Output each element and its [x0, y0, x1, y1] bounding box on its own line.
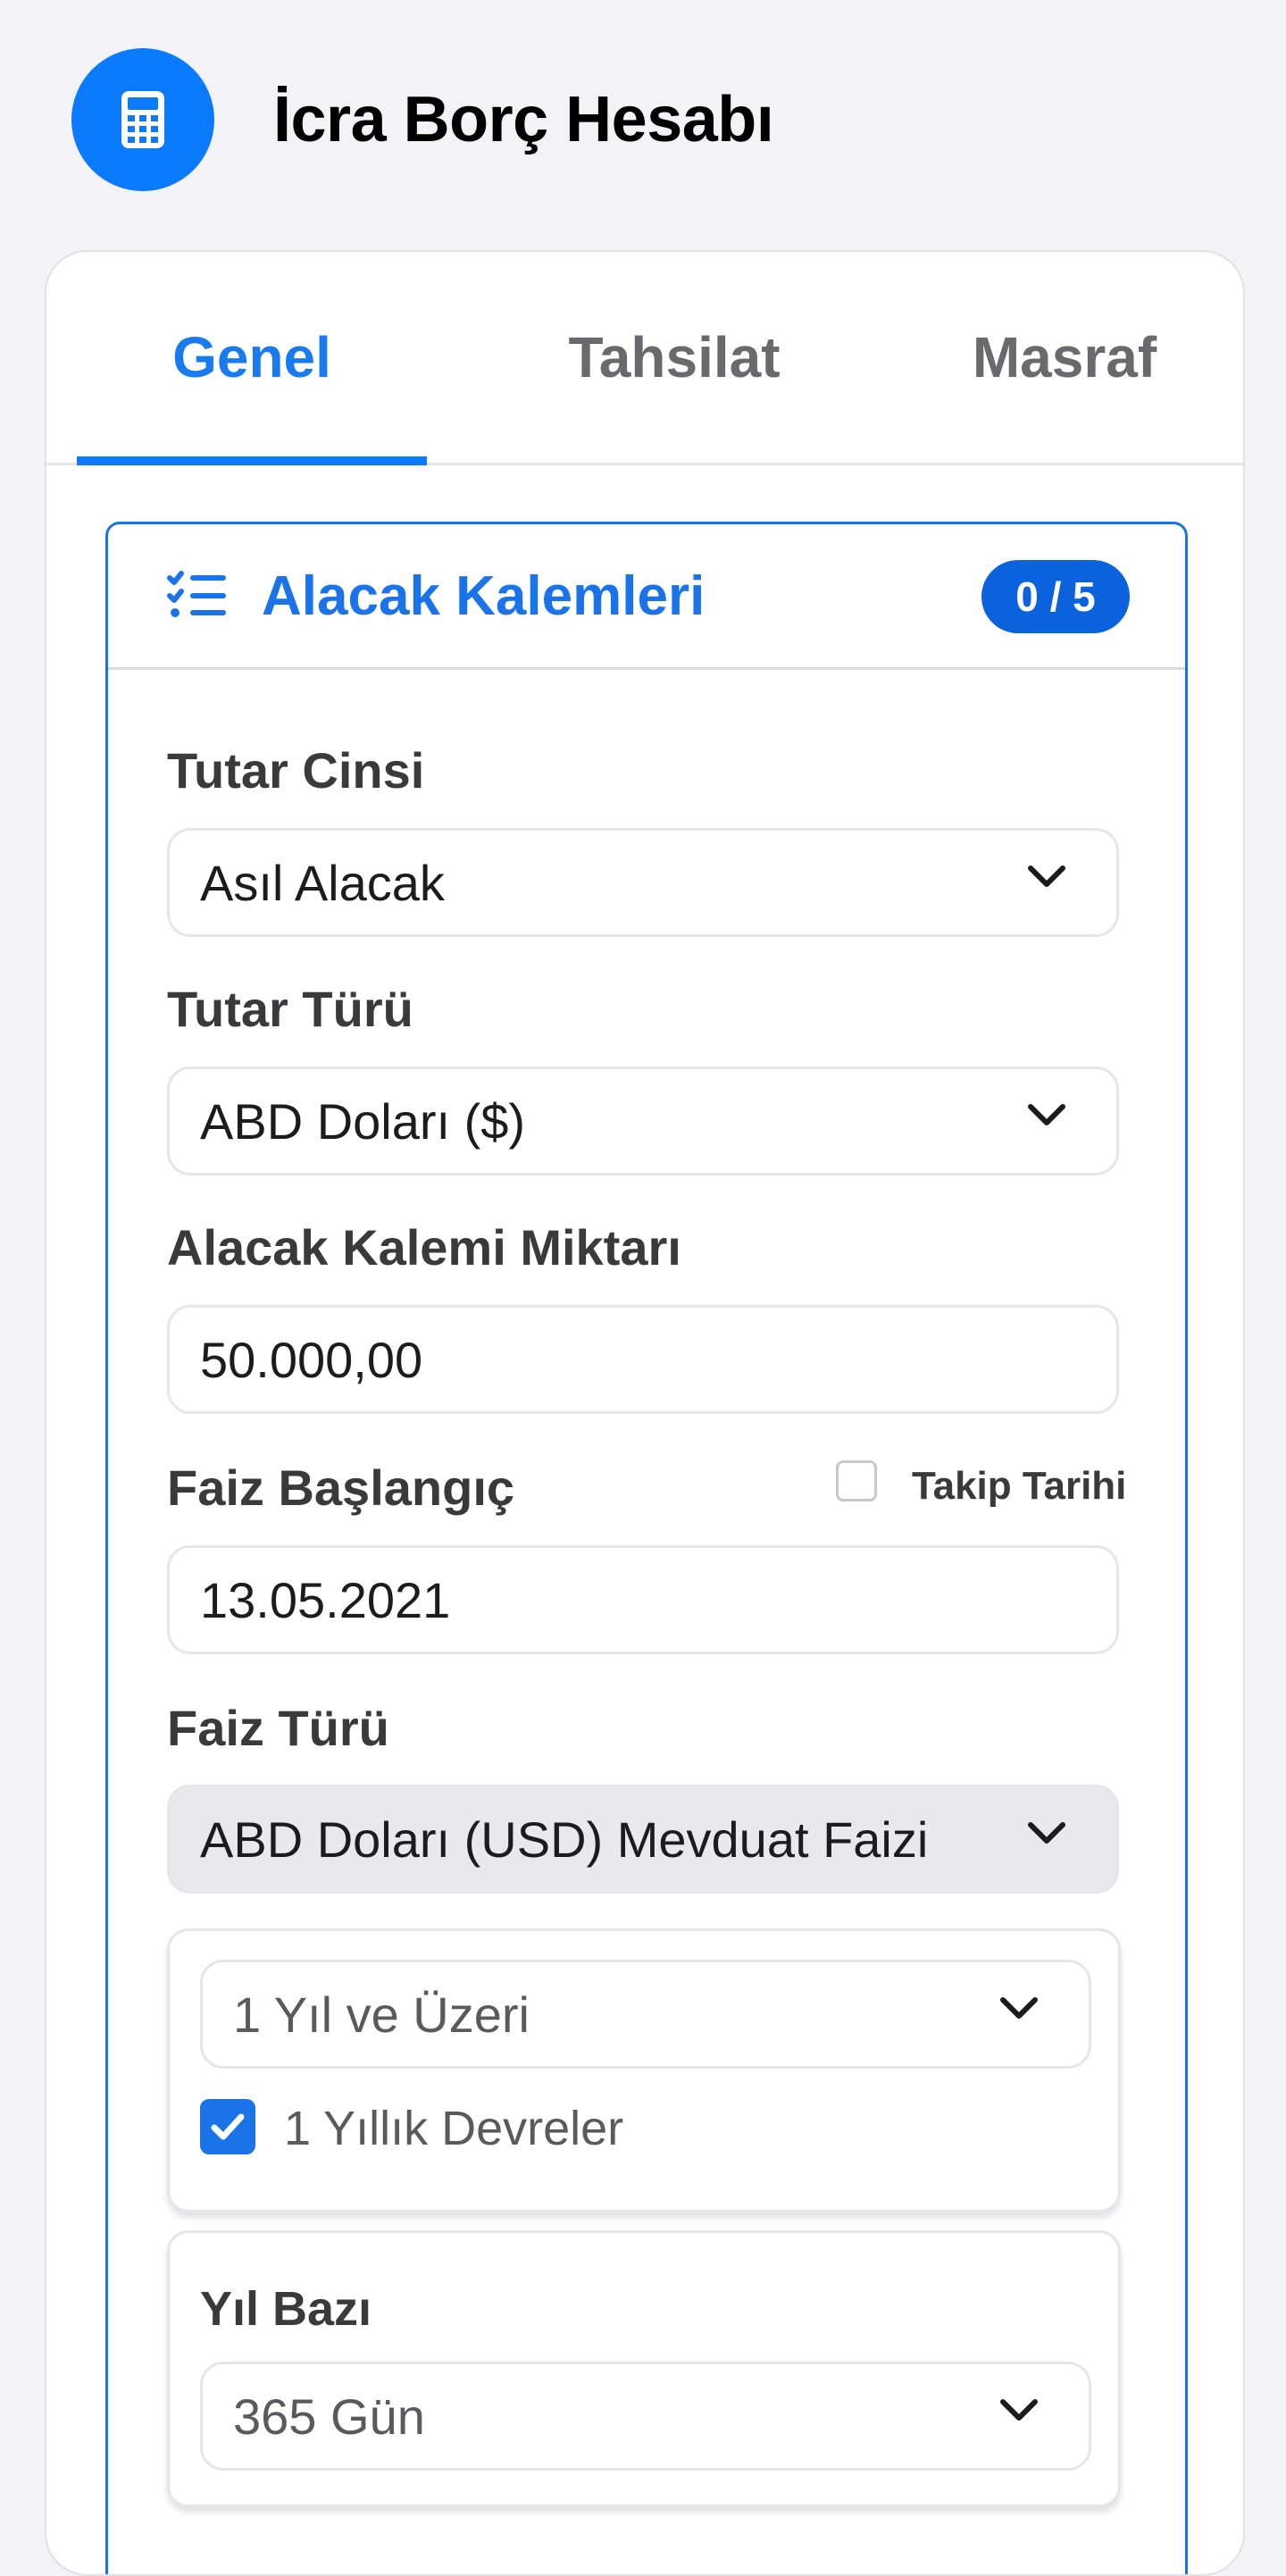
- main-card: Genel Tahsilat Masraf Alacak Kalemleri 0…: [45, 250, 1245, 2576]
- tab-masraf[interactable]: Masraf: [886, 252, 1243, 463]
- section-header[interactable]: Alacak Kalemleri 0 / 5: [108, 524, 1185, 670]
- yil-bazi-panel: Yıl Bazı 365 Gün: [167, 2230, 1121, 2507]
- miktar-value: 50.000,00: [200, 1331, 423, 1388]
- takip-tarihi-checkbox[interactable]: [836, 1460, 877, 1501]
- yil-bazi-value: 365 Gün: [233, 2388, 425, 2445]
- tab-genel[interactable]: Genel: [77, 252, 427, 463]
- faiz-baslangic-value: 13.05.2021: [200, 1571, 451, 1628]
- section-title: Alacak Kalemleri: [262, 565, 706, 627]
- vade-value: 1 Yıl ve Üzeri: [233, 1986, 530, 2043]
- yil-bazi-label: Yıl Bazı: [200, 2282, 372, 2336]
- takip-tarihi-label[interactable]: Takip Tarihi: [912, 1464, 1126, 1509]
- tutar-cinsi-select[interactable]: Asıl Alacak: [167, 828, 1119, 937]
- faiz-baslangic-label: Faiz Başlangıç: [167, 1459, 515, 1516]
- chevron-down-icon: [1000, 2399, 1038, 2421]
- yillik-devreler-checkbox[interactable]: [200, 2099, 255, 2154]
- page-title: İcra Borç Hesabı: [273, 84, 774, 155]
- faiz-turu-value: ABD Doları (USD) Mevduat Faizi: [200, 1811, 929, 1868]
- vade-panel: 1 Yıl ve Üzeri 1 Yıllık Devreler: [167, 1928, 1121, 2212]
- tutar-cinsi-label: Tutar Cinsi: [167, 742, 425, 799]
- checkmark-icon: [211, 2113, 245, 2140]
- faiz-turu-label: Faiz Türü: [167, 1700, 389, 1756]
- chevron-down-icon: [1028, 866, 1065, 887]
- tab-bar: Genel Tahsilat Masraf: [46, 252, 1243, 465]
- tutar-cinsi-value: Asıl Alacak: [200, 854, 445, 911]
- miktar-input[interactable]: 50.000,00: [167, 1305, 1119, 1414]
- faiz-baslangic-input[interactable]: 13.05.2021: [167, 1545, 1119, 1654]
- yillik-devreler-label[interactable]: 1 Yıllık Devreler: [284, 2101, 623, 2156]
- count-badge: 0 / 5: [981, 560, 1130, 633]
- alacak-kalemleri-section: Alacak Kalemleri 0 / 5 Tutar Cinsi Asıl …: [105, 522, 1188, 2574]
- chevron-down-icon: [1028, 1104, 1065, 1125]
- tutar-turu-select[interactable]: ABD Doları ($): [167, 1066, 1119, 1175]
- app-header: İcra Borç Hesabı: [71, 48, 774, 191]
- chevron-down-icon: [1000, 1997, 1038, 2019]
- tutar-turu-value: ABD Doları ($): [200, 1092, 526, 1150]
- faiz-turu-select[interactable]: ABD Doları (USD) Mevduat Faizi: [167, 1785, 1119, 1894]
- tab-tahsilat[interactable]: Tahsilat: [457, 252, 891, 463]
- yil-bazi-select[interactable]: 365 Gün: [200, 2362, 1091, 2471]
- checklist-icon: [167, 570, 226, 622]
- calculator-icon: [71, 48, 214, 191]
- active-tab-indicator: [77, 456, 427, 465]
- miktar-label: Alacak Kalemi Miktarı: [167, 1219, 681, 1275]
- tutar-turu-label: Tutar Türü: [167, 981, 413, 1037]
- vade-select[interactable]: 1 Yıl ve Üzeri: [200, 1960, 1091, 2069]
- chevron-down-icon: [1028, 1822, 1065, 1844]
